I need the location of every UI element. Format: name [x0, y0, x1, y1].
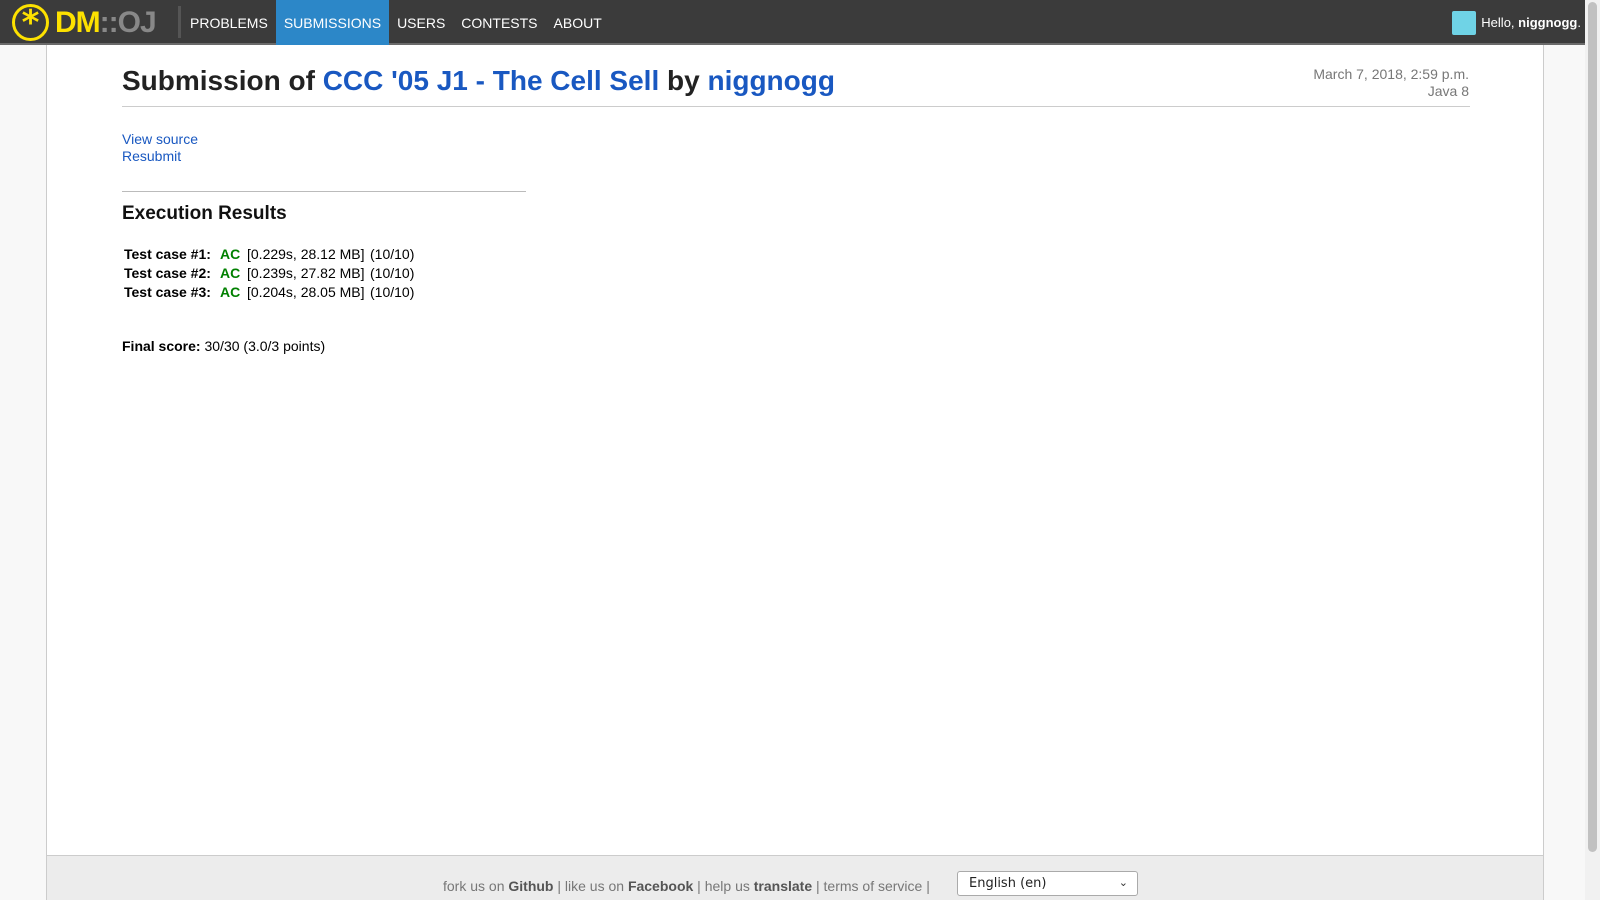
test-case-status: AC: [220, 264, 241, 281]
asterisk-logo-icon: *: [12, 4, 49, 41]
final-score: Final score: 30/30 (3.0/3 points): [122, 338, 325, 354]
submission-date: March 7, 2018, 2:59 p.m.: [1313, 66, 1469, 82]
title-by: by: [659, 65, 708, 96]
test-case-row: Test case #3: AC [0.204s, 28.05 MB] (10/…: [124, 282, 414, 301]
test-case-resources: [0.239s, 27.82 MB]: [247, 264, 365, 281]
nav-item-submissions[interactable]: SUBMISSIONS: [275, 0, 390, 45]
facebook-link[interactable]: Facebook: [628, 878, 693, 894]
test-case-label: Test case #2:: [124, 264, 211, 281]
final-score-label: Final score:: [122, 338, 201, 354]
logo-colons-text: ::: [99, 5, 119, 39]
test-case-status: AC: [220, 283, 241, 300]
final-score-value: 30/30 (3.0/3 points): [200, 338, 326, 354]
nav-item-users[interactable]: USERS: [389, 0, 453, 45]
nav-item-about[interactable]: ABOUT: [546, 0, 610, 45]
submission-meta: March 7, 2018, 2:59 p.m. Java 8: [1313, 66, 1469, 100]
test-case-row: Test case #2: AC [0.239s, 27.82 MB] (10/…: [124, 263, 414, 282]
test-case-points: (10/10): [370, 245, 415, 262]
view-source-link[interactable]: View source: [122, 131, 198, 147]
nav-item-contests[interactable]: CONTESTS: [453, 0, 545, 45]
language-select[interactable]: English (en) ⌄: [957, 871, 1138, 896]
logo-dm-text: DM: [55, 5, 101, 39]
execution-results-heading: Execution Results: [122, 203, 287, 224]
footer-help-text: | help us: [693, 878, 754, 894]
test-case-list: Test case #1: AC [0.229s, 28.12 MB] (10/…: [124, 244, 414, 301]
footer-like-text: | like us on: [553, 878, 628, 894]
main-nav: PROBLEMS SUBMISSIONS USERS CONTESTS ABOU…: [182, 0, 610, 45]
footer-fork-text: fork us on: [443, 878, 509, 894]
user-link[interactable]: niggnogg: [707, 65, 835, 96]
problem-link[interactable]: CCC '05 J1 - The Cell Sell: [323, 65, 660, 96]
nav-divider: [178, 6, 181, 38]
greeting-suffix: .: [1577, 15, 1581, 30]
terms-of-service-link[interactable]: | terms of service |: [812, 878, 930, 894]
chevron-down-icon: ⌄: [1118, 876, 1128, 889]
test-case-points: (10/10): [370, 283, 415, 300]
vertical-scrollbar[interactable]: [1585, 0, 1600, 900]
test-case-points: (10/10): [370, 264, 415, 281]
language-select-value: English (en): [969, 876, 1047, 891]
resubmit-link[interactable]: Resubmit: [122, 148, 181, 164]
title-prefix: Submission of: [122, 65, 323, 96]
footer-links: fork us on Github | like us on Facebook …: [443, 878, 930, 894]
site-logo[interactable]: * DM::OJ: [12, 4, 174, 41]
test-case-row: Test case #1: AC [0.229s, 28.12 MB] (10/…: [124, 244, 414, 263]
github-link[interactable]: Github: [508, 878, 553, 894]
logo-oj-text: OJ: [117, 5, 157, 39]
nav-item-problems[interactable]: PROBLEMS: [182, 0, 276, 45]
test-case-status: AC: [220, 245, 241, 262]
translate-link[interactable]: translate: [754, 878, 812, 894]
test-case-label: Test case #3:: [124, 283, 211, 300]
main-content: Submission of CCC '05 J1 - The Cell Sell…: [46, 45, 1544, 855]
avatar: [1452, 10, 1477, 35]
test-case-resources: [0.229s, 28.12 MB]: [247, 245, 365, 262]
submission-language: Java 8: [1427, 83, 1469, 99]
title-divider: [122, 106, 1470, 107]
top-navbar: * DM::OJ PROBLEMS SUBMISSIONS USERS CONT…: [0, 0, 1600, 45]
scrollbar-thumb[interactable]: [1588, 2, 1597, 852]
footer: fork us on Github | like us on Facebook …: [46, 855, 1544, 900]
test-case-resources: [0.204s, 28.05 MB]: [247, 283, 365, 300]
user-menu[interactable]: Hello, niggnogg.: [1452, 0, 1581, 45]
test-case-label: Test case #1:: [124, 245, 211, 262]
results-divider: [122, 191, 526, 192]
username-label: niggnogg: [1518, 15, 1578, 30]
page-title: Submission of CCC '05 J1 - The Cell Sell…: [122, 65, 835, 97]
greeting-text: Hello,: [1481, 15, 1515, 30]
